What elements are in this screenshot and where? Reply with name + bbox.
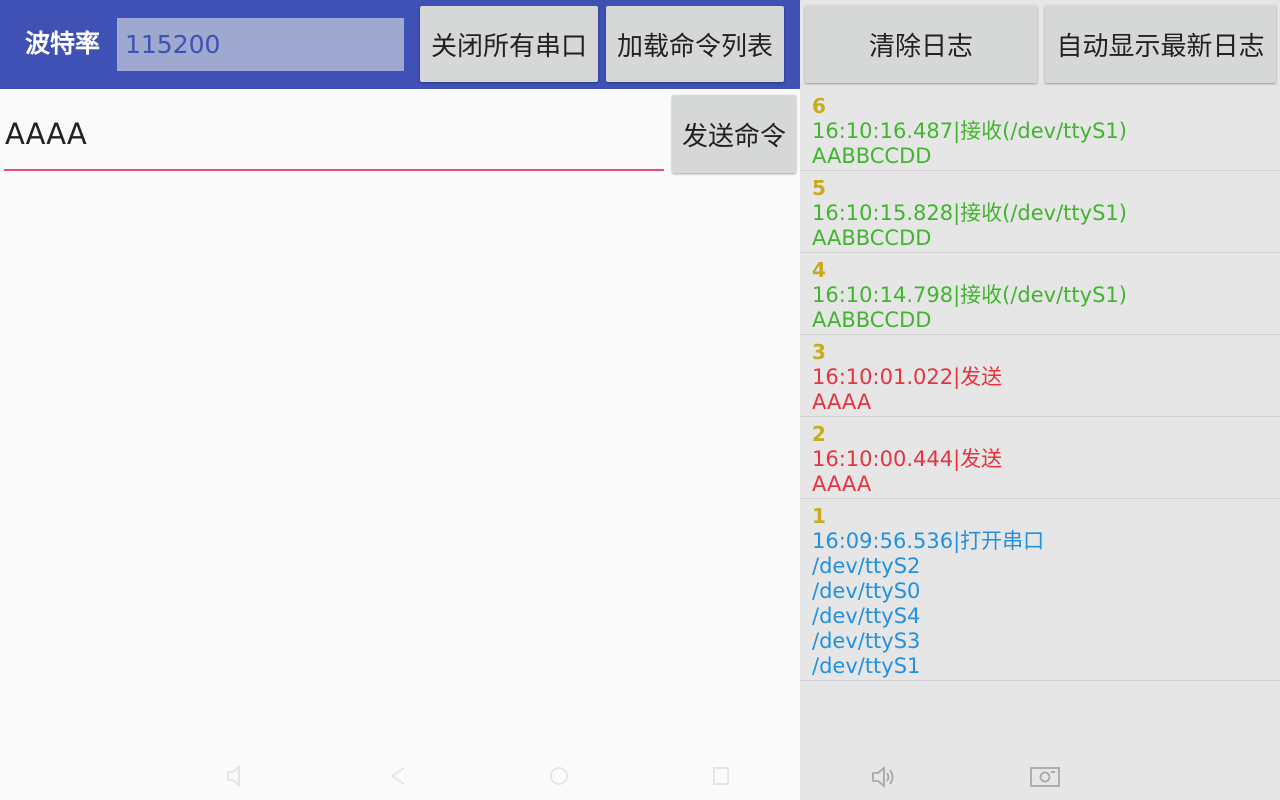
baud-rate-input[interactable] bbox=[117, 18, 404, 71]
log-entry-line: AAAA bbox=[812, 390, 872, 414]
log-entry-index: 3 bbox=[812, 340, 826, 364]
volume-icon[interactable] bbox=[226, 763, 246, 794]
log-entry-line: AABBCCDD bbox=[812, 144, 932, 168]
log-entry-line: 16:10:16.487|接收(/dev/ttyS1) bbox=[812, 119, 1127, 143]
close-all-ports-button[interactable]: 关闭所有串口 bbox=[420, 6, 598, 82]
log-entry-line: 16:09:56.536|打开串口 bbox=[812, 529, 1045, 553]
log-entry: 4 16:10:14.798|接收(/dev/ttyS1) AABBCCDD bbox=[800, 253, 1280, 335]
send-command-button[interactable]: 发送命令 bbox=[672, 95, 796, 173]
command-input[interactable] bbox=[5, 108, 664, 160]
screenshot-icon[interactable] bbox=[1029, 764, 1061, 794]
log-entry: 5 16:10:15.828|接收(/dev/ttyS1) AABBCCDD bbox=[800, 171, 1280, 253]
baud-rate-label: 波特率 bbox=[25, 29, 101, 58]
volume-icon[interactable] bbox=[870, 764, 896, 794]
home-icon[interactable] bbox=[549, 763, 569, 794]
log-list[interactable]: 6 16:10:16.487|接收(/dev/ttyS1) AABBCCDD 5 16:… bbox=[800, 89, 1280, 681]
log-entry-index: 1 bbox=[812, 504, 826, 528]
log-entry-line: AAAA bbox=[812, 472, 872, 496]
auto-show-latest-log-button[interactable]: 自动显示最新日志 bbox=[1045, 5, 1276, 83]
log-entry-line: AABBCCDD bbox=[812, 308, 932, 332]
log-entry-line: /dev/ttyS0 bbox=[812, 579, 921, 603]
command-input-underline bbox=[4, 169, 664, 171]
log-entry: 3 16:10:01.022|发送 AAAA bbox=[800, 335, 1280, 417]
log-entry-line: /dev/ttyS4 bbox=[812, 604, 921, 628]
log-entry-line: 16:10:14.798|接收(/dev/ttyS1) bbox=[812, 283, 1127, 307]
clear-log-button[interactable]: 清除日志 bbox=[805, 5, 1037, 83]
log-panel: 清除日志 自动显示最新日志 6 16:10:16.487|接收(/dev/ttyS… bbox=[800, 0, 1280, 800]
log-entry-line: 16:10:15.828|接收(/dev/ttyS1) bbox=[812, 201, 1127, 225]
log-entry-index: 4 bbox=[812, 258, 826, 282]
log-entry-index: 2 bbox=[812, 422, 826, 446]
recents-icon[interactable] bbox=[711, 763, 731, 794]
load-command-list-button[interactable]: 加载命令列表 bbox=[606, 6, 784, 82]
log-entry-index: 6 bbox=[812, 94, 826, 118]
log-entry-line: /dev/ttyS3 bbox=[812, 629, 921, 653]
log-entry-line: 16:10:00.444|发送 bbox=[812, 447, 1003, 471]
command-panel: 波特率 关闭所有串口 加载命令列表 发送命令 bbox=[0, 0, 800, 800]
log-entry-line: /dev/ttyS1 bbox=[812, 654, 921, 678]
log-entry: 1 16:09:56.536|打开串口/dev/ttyS2/dev/ttyS0/d… bbox=[800, 499, 1280, 681]
log-entry: 2 16:10:00.444|发送 AAAA bbox=[800, 417, 1280, 499]
log-entry-line: 16:10:01.022|发送 bbox=[812, 365, 1003, 389]
log-entry: 6 16:10:16.487|接收(/dev/ttyS1) AABBCCDD bbox=[800, 89, 1280, 171]
log-entry-line: /dev/ttyS2 bbox=[812, 554, 921, 578]
back-icon[interactable] bbox=[388, 763, 408, 794]
log-entry-index: 5 bbox=[812, 176, 826, 200]
log-entry-line: AABBCCDD bbox=[812, 226, 932, 250]
toolbar: 波特率 关闭所有串口 加载命令列表 bbox=[0, 0, 800, 89]
